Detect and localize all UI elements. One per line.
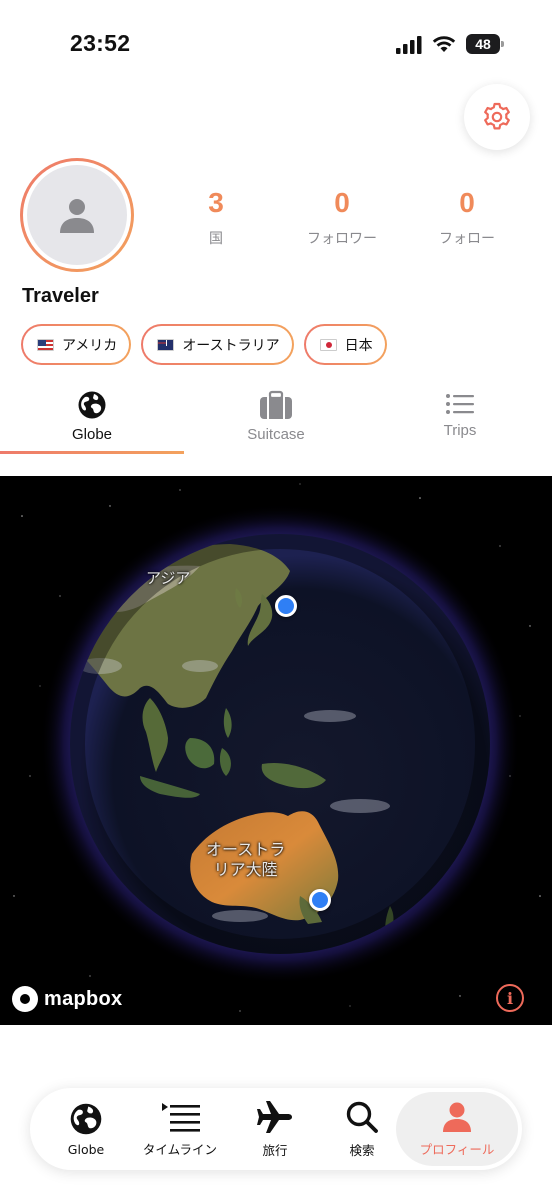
battery-icon: 48: [466, 34, 504, 54]
tab-globe-label: Globe: [71, 426, 113, 443]
mapbox-logo-icon: [12, 986, 38, 1012]
avatar[interactable]: [20, 158, 134, 272]
stat-following-value: 0: [459, 187, 475, 218]
suitcase-icon: [260, 390, 292, 419]
profile-name: Traveler: [22, 285, 99, 307]
country-chip-label: 日本: [344, 337, 373, 354]
map-label-australia-line1: オーストラ: [206, 840, 286, 859]
tab-globe[interactable]: Globe: [0, 384, 184, 454]
country-chip-usa[interactable]: アメリカ: [21, 324, 132, 365]
country-chip-australia[interactable]: オーストラリア: [141, 324, 294, 365]
au-flag-icon: [157, 338, 175, 351]
nav-timeline-label: タイムライン: [142, 1141, 218, 1157]
globe-map[interactable]: アジア オーストラ リア大陸 mapbox i: [0, 476, 552, 1025]
map-label-australia-line2: リア大陸: [213, 860, 278, 879]
mapbox-logo-text: mapbox: [44, 987, 123, 1010]
battery-level: 48: [466, 34, 500, 54]
map-label-asia: アジア: [146, 569, 191, 587]
stat-countries[interactable]: 3 国: [156, 186, 276, 248]
tab-trips-label: Trips: [443, 422, 477, 439]
globe-render: [13, 483, 541, 1012]
location-pin-australia[interactable]: [309, 889, 331, 911]
country-chip-label: アメリカ: [62, 337, 118, 354]
tab-active-indicator: [0, 451, 184, 454]
nav-timeline[interactable]: タイムライン: [134, 1088, 226, 1170]
country-chip-label: オーストラリア: [182, 337, 280, 354]
gear-icon: [484, 102, 510, 130]
settings-button[interactable]: [464, 84, 530, 150]
nav-globe[interactable]: Globe: [44, 1088, 128, 1170]
map-info-button[interactable]: i: [496, 984, 524, 1012]
nav-globe-label: Globe: [67, 1141, 105, 1157]
timeline-icon: [162, 1102, 200, 1132]
stat-following[interactable]: 0 フォロー: [407, 186, 527, 248]
tab-suitcase[interactable]: Suitcase: [184, 384, 368, 454]
stat-followers-value: 0: [334, 187, 350, 218]
status-bar: 23:52 48: [0, 0, 552, 80]
status-time: 23:52: [70, 30, 131, 56]
stat-followers-label: フォロワー: [307, 231, 377, 247]
us-flag-icon: [37, 338, 54, 351]
info-icon: i: [506, 988, 514, 1008]
globe-icon: [78, 391, 106, 419]
wifi-icon: [432, 36, 456, 52]
tab-trips[interactable]: Trips: [368, 380, 552, 450]
search-icon: [346, 1101, 378, 1133]
nav-trip[interactable]: 旅行: [236, 1088, 314, 1170]
map-label-australia: オーストラ リア大陸: [206, 840, 285, 880]
jp-flag-icon: [319, 338, 337, 351]
globe-icon: [70, 1103, 102, 1134]
nav-search[interactable]: 検索: [324, 1088, 400, 1170]
tab-suitcase-label: Suitcase: [247, 426, 305, 443]
bottom-navigation: Globe タイムライン 旅行 検索 プロフィール: [30, 1088, 522, 1170]
person-placeholder-icon: [60, 199, 94, 233]
nav-trip-label: 旅行: [262, 1142, 288, 1158]
stat-followers[interactable]: 0 フォロワー: [282, 186, 402, 248]
country-chip-japan[interactable]: 日本: [303, 324, 387, 365]
cellular-signal-icon: [396, 36, 422, 54]
airplane-icon: [257, 1100, 292, 1133]
mapbox-attribution[interactable]: mapbox: [12, 986, 122, 1012]
nav-profile[interactable]: プロフィール: [396, 1092, 518, 1166]
location-pin-japan[interactable]: [275, 595, 297, 617]
nav-profile-label: プロフィール: [419, 1141, 495, 1157]
country-chips: アメリカ オーストラリア 日本: [21, 324, 387, 365]
nav-search-label: 検索: [349, 1142, 375, 1158]
stat-following-label: フォロー: [439, 231, 495, 247]
stat-countries-value: 3: [208, 187, 224, 218]
person-icon: [443, 1102, 471, 1132]
stat-countries-label: 国: [209, 231, 223, 247]
list-icon: [446, 394, 474, 414]
